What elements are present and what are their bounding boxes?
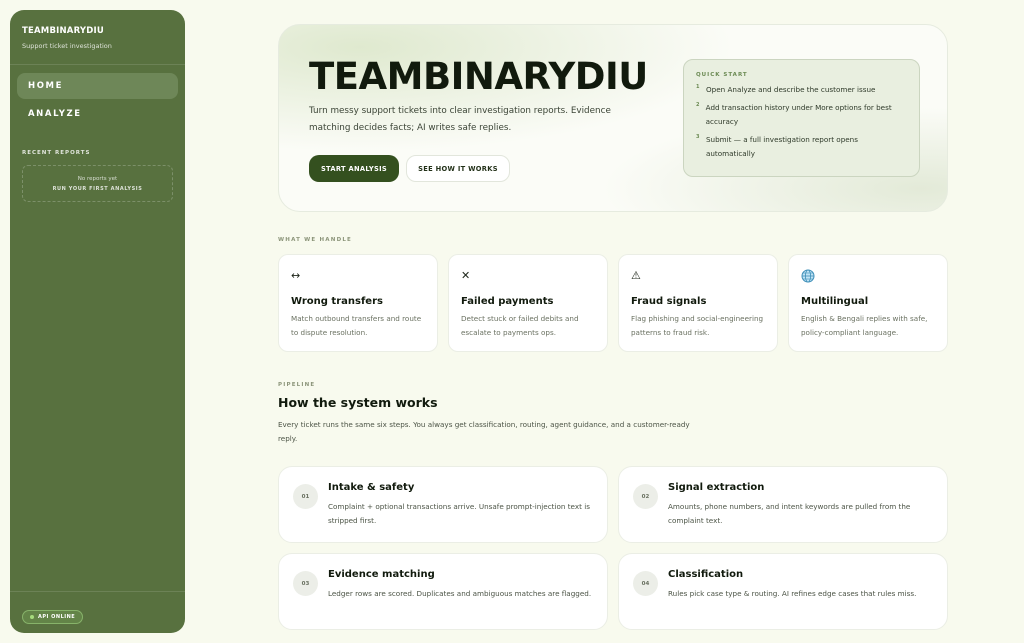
step-desc: Rules pick case type & routing. AI refin… (668, 589, 917, 598)
api-status-label: API ONLINE (38, 614, 76, 620)
sidebar-footer: API ONLINE (10, 591, 185, 633)
feature-card-title: Failed payments (461, 296, 554, 307)
step-desc: Amounts, phone numbers, and intent keywo… (668, 502, 911, 525)
warning-icon: ⚠ (631, 269, 641, 282)
sidebar: TEAMBINARYDIU Support ticket investigati… (10, 10, 185, 633)
quick-start-text: Add transaction history under More optio… (705, 103, 892, 126)
hero-title: TEAMBINARYDIU (309, 55, 648, 98)
nav-item-analyze[interactable]: ANALYZE (17, 101, 178, 127)
recent-reports-section: RECENT REPORTS No reports yet RUN YOUR F… (10, 129, 185, 202)
quick-start-number: 1 (696, 84, 700, 90)
step-number-badge: 03 (293, 571, 318, 596)
hero-section: TEAMBINARYDIU Turn messy support tickets… (278, 24, 948, 212)
feature-card-multilingual: Multilingual English & Bengali replies w… (788, 254, 948, 352)
step-number-badge: 01 (293, 484, 318, 509)
run-first-analysis-link[interactable]: RUN YOUR FIRST ANALYSIS (53, 186, 143, 192)
quick-start-title: QUICK START (696, 72, 748, 78)
feature-card-desc: Match outbound transfers and route to di… (291, 314, 422, 337)
app-subtitle: Support ticket investigation (22, 42, 112, 50)
step-title: Signal extraction (668, 482, 765, 493)
step-desc: Complaint + optional transactions arrive… (328, 502, 590, 525)
step-title: Classification (668, 569, 744, 580)
quick-start-item: 3 Submit — a full investigation report o… (696, 133, 907, 161)
pipeline-step-signal-extraction: 02 Signal extraction Amounts, phone numb… (618, 466, 948, 543)
api-status-badge: API ONLINE (22, 610, 84, 624)
step-number-badge: 02 (633, 484, 658, 509)
feature-card-desc: Flag phishing and social-engineering pat… (631, 314, 764, 337)
step-desc: Ledger rows are scored. Duplicates and a… (328, 589, 592, 598)
start-analysis-button[interactable]: START ANALYSIS (309, 155, 399, 182)
sidebar-nav: HOME ANALYZE (10, 65, 185, 129)
pipeline-title: How the system works (278, 395, 438, 410)
feature-card-wrong-transfers: ↔ Wrong transfers Match outbound transfe… (278, 254, 438, 352)
feature-card-desc: Detect stuck or failed debits and escala… (461, 314, 579, 337)
feature-card-title: Wrong transfers (291, 296, 383, 307)
quick-start-number: 3 (696, 134, 700, 140)
quick-start-text: Open Analyze and describe the customer i… (706, 85, 876, 94)
x-icon: ✕ (461, 269, 471, 282)
quick-start-text: Submit — a full investigation report ope… (705, 135, 858, 158)
pipeline-step-classification: 04 Classification Rules pick case type &… (618, 553, 948, 630)
hero-description: Turn messy support tickets into clear in… (309, 106, 611, 133)
step-title: Evidence matching (328, 569, 435, 580)
status-dot-icon (30, 615, 34, 619)
recent-reports-title: RECENT REPORTS (22, 150, 91, 156)
quick-start-number: 2 (696, 102, 700, 108)
quick-start-panel: QUICK START 1 Open Analyze and describe … (683, 59, 920, 177)
empty-reports-text: No reports yet (77, 175, 118, 182)
step-number-badge: 04 (633, 571, 658, 596)
feature-card-failed-payments: ✕ Failed payments Detect stuck or failed… (448, 254, 608, 352)
sidebar-header: TEAMBINARYDIU Support ticket investigati… (10, 10, 185, 65)
feature-card-desc: English & Bengali replies with safe, pol… (801, 314, 928, 337)
see-how-it-works-button[interactable]: SEE HOW IT WORKS (406, 155, 510, 182)
pipeline-label: PIPELINE (278, 382, 316, 388)
feature-card-title: Fraud signals (631, 296, 707, 307)
feature-card-title: Multilingual (801, 296, 869, 307)
pipeline-description: Every ticket runs the same six steps. Yo… (278, 420, 690, 443)
arrows-horizontal-icon: ↔ (291, 269, 301, 282)
feature-card-fraud-signals: ⚠ Fraud signals Flag phishing and social… (618, 254, 778, 352)
what-we-handle-label: WHAT WE HANDLE (278, 237, 352, 243)
app-title: TEAMBINARYDIU (22, 26, 104, 36)
recent-reports-empty: No reports yet RUN YOUR FIRST ANALYSIS (22, 165, 173, 202)
step-title: Intake & safety (328, 482, 415, 493)
quick-start-item: 1 Open Analyze and describe the customer… (696, 83, 907, 97)
quick-start-item: 2 Add transaction history under More opt… (696, 101, 907, 129)
globe-icon (801, 269, 935, 283)
pipeline-step-intake: 01 Intake & safety Complaint + optional … (278, 466, 608, 543)
nav-item-home[interactable]: HOME (17, 73, 178, 99)
pipeline-step-evidence-matching: 03 Evidence matching Ledger rows are sco… (278, 553, 608, 630)
